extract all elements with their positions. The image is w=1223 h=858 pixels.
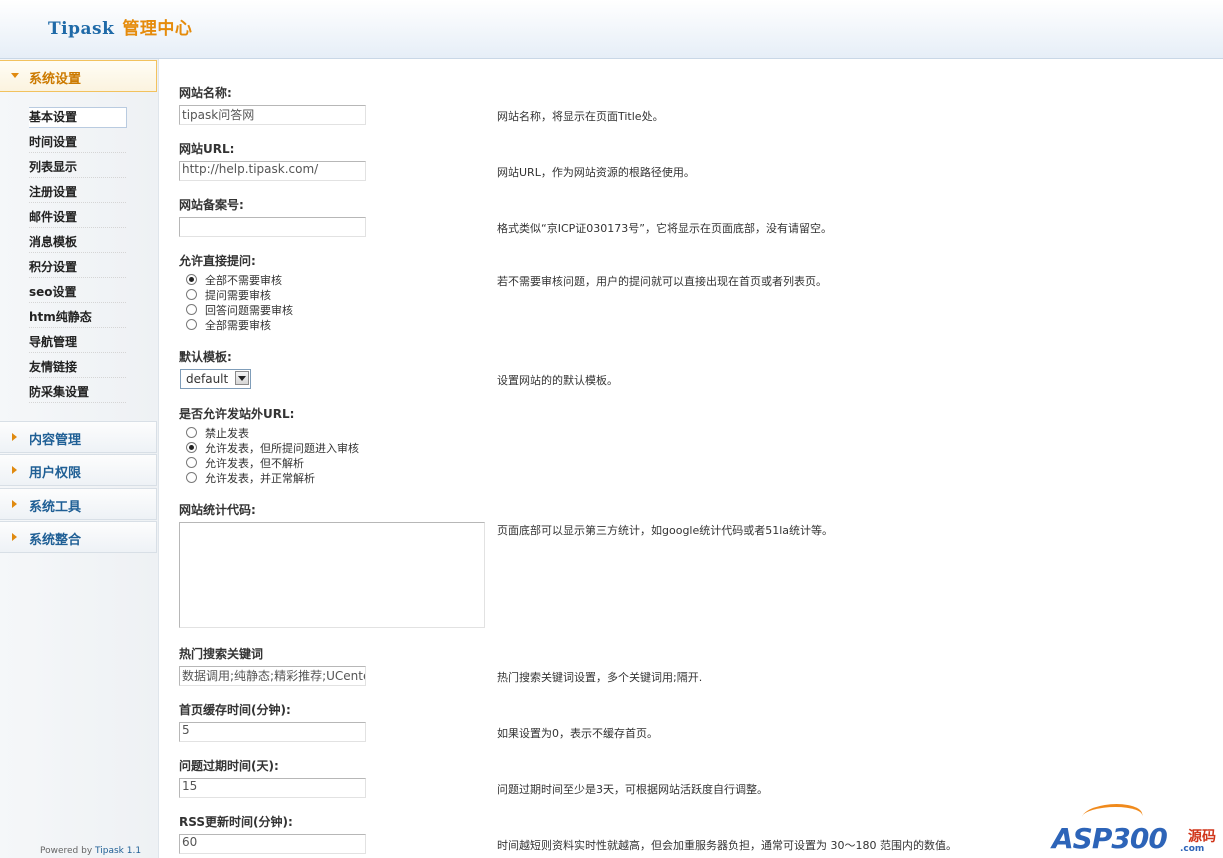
asp300-watermark-logo: ASP300 源码 .com [1052, 800, 1217, 856]
menu-system-tools[interactable]: 系统工具 [0, 488, 157, 520]
sidebar: 系统设置 基本设置 时间设置 列表显示 注册设置 邮件设置 消息模板 积分设置 … [0, 59, 159, 858]
option-label: 允许发表，并正常解析 [205, 472, 315, 485]
radio-checked-icon[interactable] [186, 442, 197, 453]
external-url-label: 是否允许发站外URL: [179, 407, 295, 421]
watermark-brand: ASP300 [1052, 822, 1168, 855]
radio-checked-icon[interactable] [186, 274, 197, 285]
sidebar-item-static-html[interactable]: htm纯静态 [29, 307, 126, 328]
menu-label: 内容管理 [29, 433, 82, 448]
external-url-option-4[interactable]: 允许发表，并正常解析 [186, 472, 315, 486]
site-name-input[interactable]: tipask问答网 [179, 105, 366, 125]
menu-system-integration[interactable]: 系统整合 [0, 521, 157, 553]
menu-label: 系统整合 [29, 533, 82, 548]
sidebar-item-mail[interactable]: 邮件设置 [29, 207, 126, 228]
powered-by: Powered by Tipask 1.1 [40, 846, 141, 856]
caret-right-icon [12, 500, 17, 508]
sidebar-item-seo[interactable]: seo设置 [29, 282, 126, 303]
site-url-label: 网站URL: [179, 142, 235, 156]
allow-ask-option-3[interactable]: 回答问题需要审核 [186, 304, 293, 318]
sidebar-item-navigation[interactable]: 导航管理 [29, 332, 126, 353]
icp-label: 网站备案号: [179, 198, 244, 212]
stats-code-help: 页面底部可以显示第三方统计，如google统计代码或者51la统计等。 [497, 524, 834, 537]
site-name-label: 网站名称: [179, 86, 232, 100]
radio-icon[interactable] [186, 289, 197, 300]
site-url-input[interactable]: http://help.tipask.com/ [179, 161, 366, 181]
external-url-option-3[interactable]: 允许发表，但不解析 [186, 457, 304, 471]
allow-ask-option-4[interactable]: 全部需要审核 [186, 319, 271, 333]
hot-keywords-help: 热门搜索关键词设置，多个关键词用;隔开. [497, 671, 703, 684]
header-bar: Tipask 管理中心 [0, 0, 1223, 59]
caret-down-icon [11, 73, 19, 78]
stats-code-label: 网站统计代码: [179, 503, 256, 517]
external-url-option-2[interactable]: 允许发表，但所提问题进入审核 [186, 442, 359, 456]
template-selected-value: default [186, 372, 229, 386]
brand-logo: Tipask 管理中心 [48, 14, 192, 39]
option-label: 允许发表，但所提问题进入审核 [205, 442, 359, 455]
option-label: 回答问题需要审核 [205, 304, 293, 317]
icp-help: 格式类似“京ICP证030173号”，它将显示在页面底部，没有请留空。 [497, 222, 832, 235]
index-cache-help: 如果设置为0，表示不缓存首页。 [497, 727, 658, 740]
sidebar-item-basic[interactable]: 基本设置 [29, 107, 127, 128]
sidebar-item-anti-scrape[interactable]: 防采集设置 [29, 382, 126, 403]
hot-keywords-input[interactable]: 数据调用;纯静态;精彩推荐;UCenter [179, 666, 366, 686]
watermark-domain: .com [1180, 844, 1205, 854]
caret-right-icon [12, 433, 17, 441]
question-expire-input[interactable]: 15 [179, 778, 366, 798]
menu-label: 系统工具 [29, 500, 82, 515]
caret-right-icon [12, 466, 17, 474]
template-label: 默认模板: [179, 350, 232, 364]
menu-system-settings[interactable]: 系统设置 [0, 60, 157, 92]
dropdown-arrow-icon[interactable] [235, 371, 249, 385]
menu-label: 系统设置 [29, 72, 82, 87]
sidebar-item-message-template[interactable]: 消息模板 [29, 232, 126, 253]
radio-icon[interactable] [186, 319, 197, 330]
menu-user-permissions[interactable]: 用户权限 [0, 454, 157, 486]
icp-input[interactable] [179, 217, 366, 237]
index-cache-input[interactable]: 5 [179, 722, 366, 742]
radio-icon[interactable] [186, 472, 197, 483]
rss-update-input[interactable]: 60 [179, 834, 366, 854]
allow-ask-label: 允许直接提问: [179, 254, 256, 268]
caret-right-icon [12, 533, 17, 541]
option-label: 提问需要审核 [205, 289, 271, 302]
sidebar-item-register[interactable]: 注册设置 [29, 182, 126, 203]
external-url-option-1[interactable]: 禁止发表 [186, 427, 249, 441]
product-link[interactable]: Tipask 1.1 [95, 846, 141, 856]
menu-label: 用户权限 [29, 466, 82, 481]
sidebar-item-friend-links[interactable]: 友情链接 [29, 357, 126, 378]
template-select[interactable]: default [180, 369, 251, 389]
allow-ask-option-2[interactable]: 提问需要审核 [186, 289, 271, 303]
sidebar-item-time[interactable]: 时间设置 [29, 132, 126, 153]
template-help: 设置网站的的默认模板。 [497, 374, 618, 387]
rss-update-help: 时间越短则资料实时性就越高，但会加重服务器负担，通常可设置为 30～180 范围… [497, 839, 957, 852]
site-name-help: 网站名称，将显示在页面Title处。 [497, 110, 664, 123]
brand-subtitle: 管理中心 [122, 19, 193, 39]
menu-content-management[interactable]: 内容管理 [0, 421, 157, 453]
radio-icon[interactable] [186, 457, 197, 468]
watermark-suffix: 源码 [1188, 829, 1216, 845]
option-label: 禁止发表 [205, 427, 249, 440]
question-expire-help: 问题过期时间至少是3天，可根据网站活跃度自行调整。 [497, 783, 768, 796]
question-expire-label: 问题过期时间(天): [179, 759, 279, 773]
allow-ask-help: 若不需要审核问题，用户的提问就可以直接出现在首页或者列表页。 [497, 275, 827, 288]
brand-name: Tipask [48, 19, 115, 39]
rss-update-label: RSS更新时间(分钟): [179, 815, 293, 829]
radio-icon[interactable] [186, 304, 197, 315]
allow-ask-option-1[interactable]: 全部不需要审核 [186, 274, 282, 288]
sidebar-item-list-display[interactable]: 列表显示 [29, 157, 126, 178]
option-label: 全部不需要审核 [205, 274, 282, 287]
option-label: 全部需要审核 [205, 319, 271, 332]
stats-code-textarea[interactable] [179, 522, 485, 628]
option-label: 允许发表，但不解析 [205, 457, 304, 470]
index-cache-label: 首页缓存时间(分钟): [179, 703, 291, 717]
radio-icon[interactable] [186, 427, 197, 438]
hot-keywords-label: 热门搜索关键词 [179, 647, 264, 661]
sidebar-item-points[interactable]: 积分设置 [29, 257, 126, 278]
powered-text: Powered by [40, 846, 93, 856]
site-url-help: 网站URL，作为网站资源的根路径使用。 [497, 166, 695, 179]
